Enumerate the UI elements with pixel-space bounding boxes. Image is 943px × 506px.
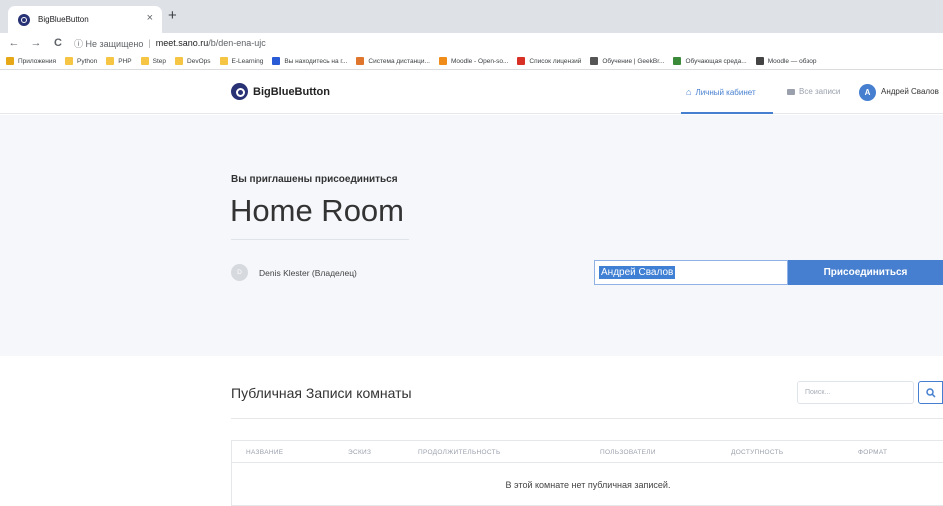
bookmark-label: PHP — [118, 57, 132, 65]
column-header[interactable]: ЭСКИЗ — [348, 449, 371, 456]
room-title: Home Room — [230, 193, 404, 228]
new-tab-button[interactable]: + — [168, 7, 177, 24]
bookmark-icon — [755, 57, 764, 65]
recordings-table: НАЗВАНИЕ ЭСКИЗ ПРОДОЛЖИТЕЛЬНОСТЬ ПОЛЬЗОВ… — [231, 440, 943, 506]
reload-button[interactable]: C — [50, 37, 66, 49]
address-separator: | — [148, 38, 151, 48]
active-nav-underline — [681, 112, 773, 114]
bookmark-icon — [175, 57, 184, 65]
join-button[interactable]: Присоединиться — [788, 260, 943, 285]
bookmarks-bar: Приложения Python PHP Step DevOps E-Learning В… — [0, 53, 943, 70]
room-hero: Вы приглашены присоединиться Home Room D… — [0, 115, 943, 356]
logo[interactable]: BigBlueButton — [231, 83, 330, 100]
bookmark-icon — [65, 57, 74, 65]
browser-tab[interactable]: BigBlueButton × — [8, 6, 162, 33]
recordings-title: Публичная Записи комнаты — [231, 385, 412, 401]
bookmark-item[interactable]: Moodle - Open-so... — [438, 57, 509, 65]
join-name-value: Андрей Свалов — [599, 266, 676, 279]
url-field[interactable]: meet.sano.ru/b/den-ena-ujc — [156, 38, 266, 48]
join-name-input[interactable]: Андрей Свалов — [594, 260, 788, 285]
bookmark-label: Список лицензий — [529, 57, 582, 65]
logo-text: BigBlueButton — [253, 85, 330, 98]
nav-recordings-label: Все записи — [799, 87, 841, 96]
bookmark-icon — [356, 57, 365, 65]
bookmark-label: E-Learning — [231, 57, 264, 65]
bookmark-item[interactable]: Обучение | GeekBr... — [590, 57, 664, 65]
bookmark-item[interactable]: Step — [140, 57, 167, 65]
apps-grid-icon — [6, 57, 14, 65]
bookmark-label: Обучающая среда... — [685, 57, 747, 65]
bookmark-item[interactable]: E-Learning — [219, 57, 264, 65]
bookmark-item[interactable]: DevOps — [175, 57, 211, 65]
nav-recordings-link[interactable]: Все записи — [787, 87, 840, 96]
column-header[interactable]: ПОЛЬЗОВАТЕЛИ — [600, 449, 656, 456]
user-avatar[interactable]: A — [859, 84, 876, 101]
owner-avatar: D — [231, 264, 248, 281]
home-icon: ⌂ — [686, 87, 692, 97]
bigbluebutton-favicon-icon — [18, 13, 30, 26]
bookmark-label: Система дистанци... — [368, 57, 430, 65]
forward-button[interactable]: → — [28, 37, 44, 49]
security-indicator[interactable]: ⓘ Не защищено — [74, 37, 143, 50]
bookmark-label: Приложения — [18, 57, 57, 65]
video-camera-icon — [787, 88, 795, 95]
bookmark-label: Moodle - Open-so... — [450, 57, 509, 65]
search-button[interactable] — [918, 381, 943, 404]
bookmark-item[interactable]: Обучающая среда... — [673, 57, 747, 65]
bookmark-icon — [219, 57, 228, 65]
bookmark-item[interactable]: Moodle — обзор — [755, 57, 817, 65]
empty-recordings-message: В этой комнате нет публичная записей. — [505, 480, 671, 490]
table-header: НАЗВАНИЕ ЭСКИЗ ПРОДОЛЖИТЕЛЬНОСТЬ ПОЛЬЗОВ… — [232, 441, 943, 463]
owner-name: Denis Klester (Владелец) — [259, 268, 357, 278]
column-header[interactable]: ДОСТУПНОСТЬ — [731, 449, 783, 456]
site-header: BigBlueButton ⌂ Личный кабинет Все запис… — [0, 70, 943, 114]
nav-home-link[interactable]: ⌂ Личный кабинет — [686, 87, 756, 97]
bookmark-item[interactable]: PHP — [106, 57, 132, 65]
bookmark-icon — [272, 57, 281, 65]
bookmark-icon — [438, 57, 447, 65]
bookmark-label: Вы находитесь на г... — [284, 57, 348, 65]
address-bar: ← → C ⓘ Не защищено | meet.sano.ru/b/den… — [0, 33, 943, 53]
user-name[interactable]: Андрей Свалов — [881, 87, 939, 96]
search-icon — [925, 387, 936, 398]
bookmark-icon — [140, 57, 149, 65]
bookmark-label: Обучение | GeekBr... — [602, 57, 665, 65]
browser-tabstrip: BigBlueButton × + — [0, 0, 943, 33]
tab-title: BigBlueButton — [38, 15, 89, 24]
bookmark-icon — [517, 57, 526, 65]
back-button[interactable]: ← — [6, 37, 22, 49]
bookmark-item[interactable]: Python — [65, 57, 97, 65]
bookmark-icon — [673, 57, 682, 65]
url-path: /b/den-ena-ujc — [208, 38, 266, 48]
bookmark-icon — [106, 57, 115, 65]
bookmark-label: Step — [152, 57, 167, 65]
close-tab-icon[interactable]: × — [147, 12, 153, 24]
invite-text: Вы приглашены присоединиться — [231, 174, 398, 185]
nav-home-label: Личный кабинет — [695, 87, 756, 97]
bookmark-label: DevOps — [187, 57, 211, 65]
title-divider — [231, 239, 409, 240]
column-header[interactable]: ПРОДОЛЖИТЕЛЬНОСТЬ — [418, 449, 501, 456]
column-header[interactable]: НАЗВАНИЕ — [246, 449, 283, 456]
bookmark-item[interactable]: Приложения — [6, 57, 56, 65]
bookmark-icon — [590, 57, 599, 65]
recordings-divider — [231, 418, 943, 419]
bigbluebutton-logo-icon — [231, 83, 248, 100]
bookmark-item[interactable]: Система дистанци... — [356, 57, 430, 65]
column-header[interactable]: ФОРМАТ — [858, 449, 887, 456]
url-domain: meet.sano.ru — [155, 38, 209, 48]
bookmark-item[interactable]: Вы находитесь на г... — [272, 57, 347, 65]
bookmark-label: Moodle — обзор — [767, 57, 817, 65]
bookmark-label: Python — [77, 57, 98, 65]
recordings-search-input[interactable]: Поиск... — [797, 381, 914, 404]
bookmark-item[interactable]: Список лицензий — [517, 57, 581, 65]
